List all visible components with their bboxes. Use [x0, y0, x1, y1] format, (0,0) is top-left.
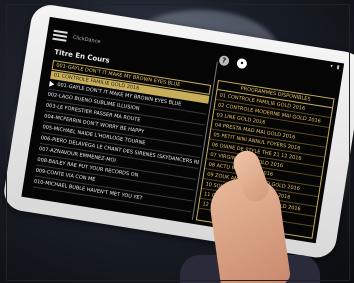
photo-frame	[6, 4, 350, 281]
photo-scene: ▾ ▮ ClickDance ? • Titre En Cours 001-GA…	[0, 0, 354, 283]
